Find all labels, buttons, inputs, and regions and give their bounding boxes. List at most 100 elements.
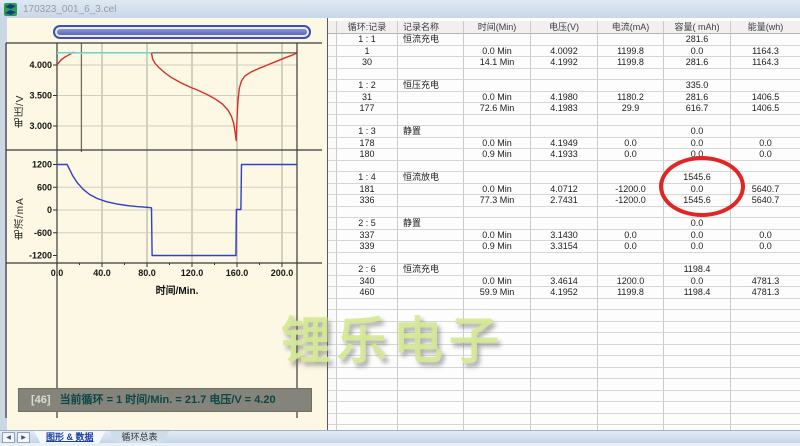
- table-cell[interactable]: [598, 172, 664, 184]
- table-cell[interactable]: [464, 390, 531, 402]
- table-row[interactable]: 178 0.0 Min 4.1949 0.0 0.0 0.0: [328, 137, 800, 149]
- table-cell[interactable]: [398, 252, 464, 264]
- table-cell[interactable]: [398, 379, 464, 391]
- table-cell[interactable]: 4.1992: [531, 57, 598, 69]
- table-cell[interactable]: 4.1949: [531, 137, 598, 149]
- table-cell[interactable]: 0.0 Min: [464, 229, 531, 241]
- table-cell[interactable]: [464, 114, 531, 126]
- table-cell[interactable]: [398, 206, 464, 218]
- table-cell[interactable]: 4.0712: [531, 183, 598, 195]
- table-cell[interactable]: [464, 413, 531, 425]
- column-header[interactable]: 电压(V): [531, 21, 598, 34]
- table-cell[interactable]: [464, 206, 531, 218]
- table-cell[interactable]: [598, 356, 664, 368]
- column-header[interactable]: 能量(wh): [731, 21, 800, 34]
- table-cell[interactable]: [337, 310, 398, 322]
- table-cell[interactable]: [731, 299, 800, 310]
- table-cell[interactable]: [598, 160, 664, 172]
- table-cell[interactable]: [598, 80, 664, 92]
- table-row[interactable]: [328, 390, 800, 402]
- table-row[interactable]: 2 : 6 恒流充电 1198.4: [328, 264, 800, 276]
- table-cell[interactable]: [398, 275, 464, 287]
- table-cell[interactable]: [731, 368, 800, 379]
- table-cell[interactable]: [664, 298, 731, 310]
- table-cell[interactable]: [398, 413, 464, 425]
- table-cell[interactable]: [398, 149, 464, 161]
- table-cell[interactable]: 0.0: [664, 126, 731, 138]
- table-cell[interactable]: 4781.3: [731, 276, 800, 287]
- table-cell[interactable]: [398, 229, 464, 241]
- table-cell[interactable]: [398, 333, 464, 345]
- table-row[interactable]: 340 0.0 Min 3.4614 1200.0 0.0 4781.3: [328, 275, 800, 287]
- table-cell[interactable]: 29.9: [598, 103, 664, 115]
- table-cell[interactable]: [598, 264, 664, 276]
- table-row[interactable]: 460 59.9 Min 4.1952 1199.8 1198.4 4781.3: [328, 287, 800, 299]
- table-cell[interactable]: 460: [337, 287, 398, 299]
- table-row[interactable]: 31 0.0 Min 4.1980 1180.2 281.6 1406.5: [328, 91, 800, 103]
- table-cell[interactable]: [464, 264, 531, 276]
- table-cell[interactable]: 281.6: [664, 57, 731, 69]
- table-cell[interactable]: 0.9 Min: [464, 241, 531, 253]
- column-header[interactable]: 容量( mAh): [664, 21, 731, 34]
- table-cell[interactable]: [731, 34, 800, 46]
- record-table-panel[interactable]: 循环:记录 记录名称 时间(Min) 电压(V) 电流(mA) 容量( mAh) 能量(wh…: [327, 18, 800, 430]
- table-cell[interactable]: 0.0: [731, 138, 800, 149]
- table-row[interactable]: 1 : 3 静置 0.0: [328, 126, 800, 138]
- table-cell[interactable]: [337, 402, 398, 414]
- table-cell[interactable]: [337, 356, 398, 368]
- table-row[interactable]: [328, 114, 800, 126]
- table-cell[interactable]: 0.0: [598, 241, 664, 253]
- tab-scroll-left-button[interactable]: ◀: [2, 432, 15, 443]
- table-cell[interactable]: 1406.5: [731, 103, 800, 115]
- table-cell[interactable]: [464, 160, 531, 172]
- table-cell[interactable]: 3.4614: [531, 275, 598, 287]
- table-cell[interactable]: [337, 413, 398, 425]
- table-cell[interactable]: [337, 367, 398, 379]
- table-cell[interactable]: [664, 114, 731, 126]
- table-cell[interactable]: 3.3154: [531, 241, 598, 253]
- table-cell[interactable]: [531, 160, 598, 172]
- table-row[interactable]: [328, 68, 800, 80]
- table-cell[interactable]: [398, 183, 464, 195]
- table-cell[interactable]: [398, 68, 464, 80]
- table-cell[interactable]: [731, 402, 800, 414]
- table-cell[interactable]: [731, 80, 800, 92]
- table-cell[interactable]: [398, 103, 464, 115]
- table-cell[interactable]: [598, 379, 664, 391]
- table-cell[interactable]: [598, 402, 664, 414]
- table-cell[interactable]: [337, 379, 398, 391]
- table-cell[interactable]: [337, 344, 398, 356]
- table-cell[interactable]: [664, 344, 731, 356]
- table-cell[interactable]: -1200.0: [598, 195, 664, 207]
- table-cell[interactable]: [531, 252, 598, 264]
- table-cell[interactable]: [531, 206, 598, 218]
- column-header[interactable]: 记录名称: [398, 21, 464, 34]
- table-cell[interactable]: [398, 356, 464, 368]
- table-cell[interactable]: [731, 414, 800, 425]
- table-cell[interactable]: 1406.5: [731, 92, 800, 103]
- table-cell[interactable]: [464, 298, 531, 310]
- table-cell[interactable]: [664, 356, 731, 368]
- table-cell[interactable]: [398, 287, 464, 299]
- table-cell[interactable]: 1199.8: [598, 57, 664, 69]
- table-cell[interactable]: 0.0: [664, 229, 731, 241]
- table-cell[interactable]: [398, 310, 464, 322]
- table-cell[interactable]: [598, 321, 664, 333]
- table-cell[interactable]: 337: [337, 229, 398, 241]
- table-cell[interactable]: [731, 379, 800, 391]
- table-row[interactable]: 1 0.0 Min 4.0092 1199.8 0.0 1164.3: [328, 45, 800, 57]
- table-cell[interactable]: [598, 413, 664, 425]
- table-cell[interactable]: 0.0 Min: [464, 137, 531, 149]
- table-cell[interactable]: 4.1980: [531, 91, 598, 103]
- table-cell[interactable]: [731, 264, 800, 276]
- table-cell[interactable]: [337, 68, 398, 80]
- table-cell[interactable]: 14.1 Min: [464, 57, 531, 69]
- table-cell[interactable]: [531, 321, 598, 333]
- table-cell[interactable]: 0.9 Min: [464, 149, 531, 161]
- table-cell[interactable]: [598, 252, 664, 264]
- table-cell[interactable]: [464, 344, 531, 356]
- column-header[interactable]: 电流(mA): [598, 21, 664, 34]
- table-row[interactable]: [328, 379, 800, 391]
- table-cell[interactable]: 0.0: [664, 275, 731, 287]
- table-cell[interactable]: [664, 68, 731, 80]
